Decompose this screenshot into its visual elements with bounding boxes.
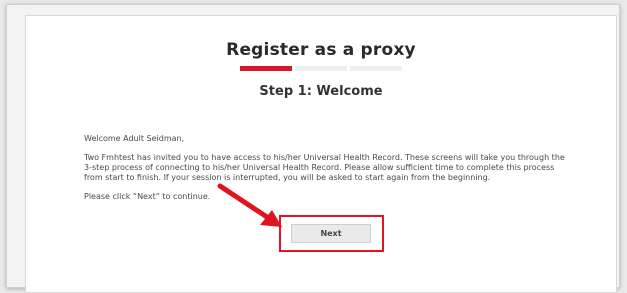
welcome-content: Welcome Adult Seidman, Two Fmhtest has i… bbox=[84, 134, 566, 211]
instruction-text: Please click “Next” to continue. bbox=[84, 192, 211, 201]
progress-bar bbox=[240, 66, 402, 71]
progress-segment-3 bbox=[350, 66, 402, 71]
page-title: Register as a proxy bbox=[226, 40, 416, 60]
invitation-text: Two Fmhtest has invited you to have acce… bbox=[84, 153, 565, 182]
next-button[interactable]: Next bbox=[291, 224, 371, 243]
progress-segment-2 bbox=[295, 66, 347, 71]
step-title: Step 1: Welcome bbox=[259, 84, 383, 99]
pointer-arrow-icon bbox=[217, 183, 282, 227]
greeting-text: Welcome Adult Seidman, bbox=[84, 134, 185, 143]
screenshot-frame: Register as a proxy Step 1: Welcome Welc… bbox=[6, 4, 620, 293]
progress-segment-1 bbox=[240, 66, 292, 71]
registration-card: Register as a proxy Step 1: Welcome Welc… bbox=[25, 15, 617, 293]
